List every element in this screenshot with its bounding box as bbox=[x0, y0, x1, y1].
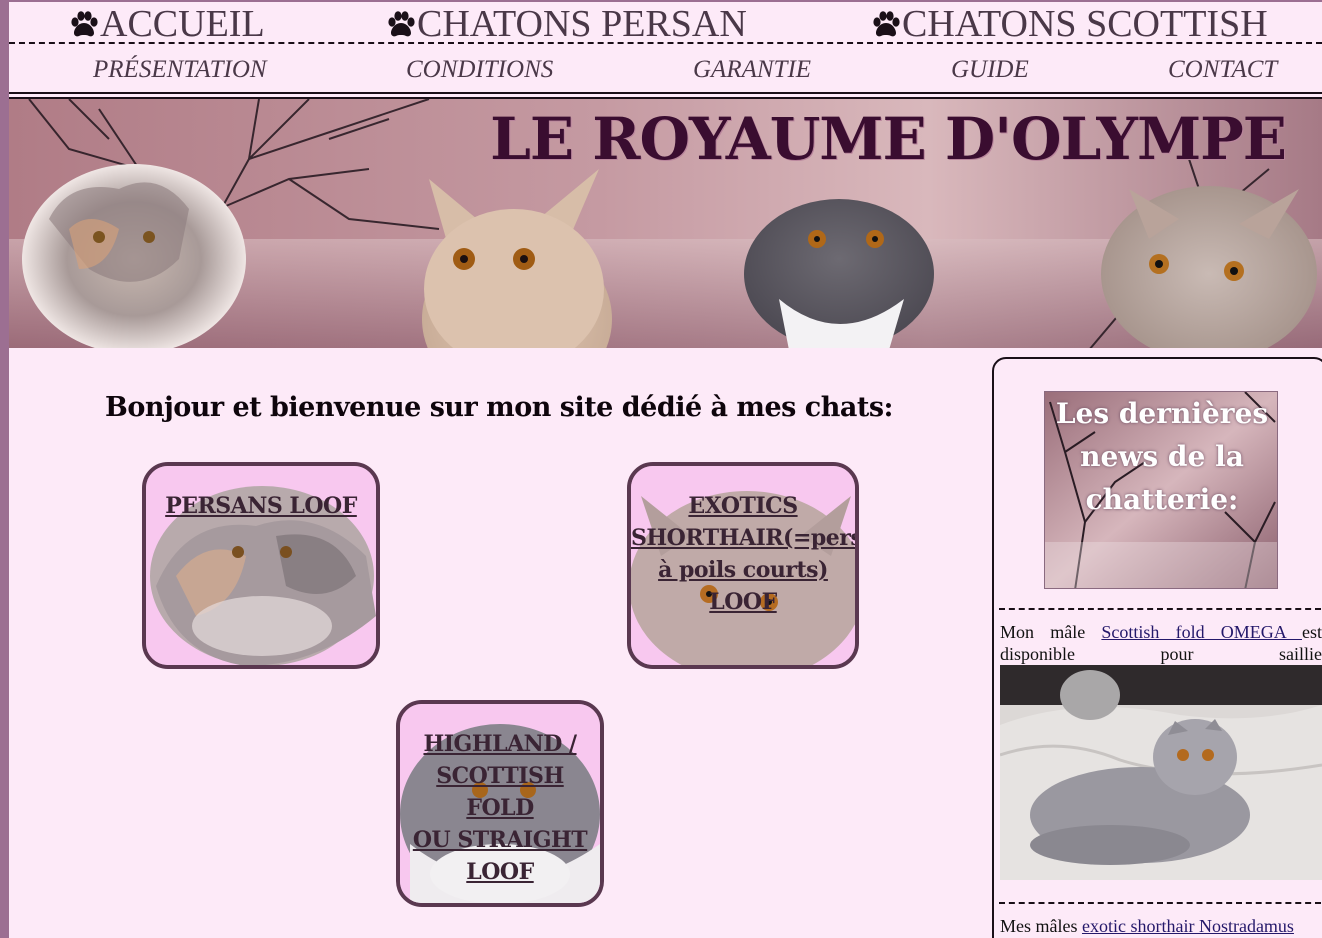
nav-chatons-persan[interactable]: CHATONS PERSAN bbox=[385, 4, 747, 44]
nav-conditions[interactable]: CONDITIONS bbox=[406, 56, 553, 84]
paw-icon bbox=[388, 11, 415, 37]
main-content: Bonjour et bienvenue sur mon site dédié … bbox=[9, 348, 989, 938]
nav-garantie[interactable]: GARANTIE bbox=[693, 56, 811, 84]
news-title: Les dernières news de la chatterie: bbox=[1045, 392, 1277, 521]
nav-accueil[interactable]: ACCUEIL bbox=[68, 4, 265, 44]
news-item-nostradamus-pre: Mes mâles bbox=[1000, 916, 1082, 936]
news-header-image: Les dernières news de la chatterie: bbox=[1044, 391, 1278, 589]
nav-presentation[interactable]: PRÉSENTATION bbox=[93, 56, 267, 84]
card-highland-scottish[interactable]: HIGHLAND / SCOTTISH FOLD OU STRAIGHT LOO… bbox=[396, 700, 604, 907]
nav-guide[interactable]: GUIDE bbox=[951, 56, 1029, 84]
news-item-nostradamus: Mes mâles exotic shorthair Nostradamus bbox=[1000, 915, 1322, 937]
paw-icon bbox=[873, 11, 900, 37]
news-separator bbox=[999, 902, 1321, 904]
news-item-omega-pre: Mon mâle bbox=[1000, 622, 1102, 642]
news-item-omega: Mon mâle Scottish fold OMEGA est disponi… bbox=[1000, 621, 1322, 665]
nostradamus-link[interactable]: exotic shorthair Nostradamus bbox=[1082, 916, 1294, 936]
omega-photo bbox=[1000, 665, 1322, 880]
card-highland-line-2: SCOTTISH FOLD bbox=[436, 763, 564, 821]
card-persans-link[interactable]: PERSANS LOOF bbox=[146, 466, 376, 522]
news-title-line-2: news de la bbox=[1080, 440, 1244, 473]
news-sidebar: Les dernières news de la chatterie: Mon … bbox=[992, 357, 1322, 938]
sub-nav: PRÉSENTATION CONDITIONS GARANTIE GUIDE C… bbox=[9, 44, 1322, 94]
news-title-line-1: Les dernières bbox=[1055, 397, 1269, 430]
welcome-heading: Bonjour et bienvenue sur mon site dédié … bbox=[105, 392, 893, 423]
nav-chatons-persan-label: CHATONS PERSAN bbox=[417, 3, 747, 45]
card-persans-line-1: PERSANS LOOF bbox=[165, 493, 357, 519]
news-separator bbox=[999, 608, 1321, 610]
card-highland-line-1: HIGHLAND / bbox=[423, 731, 577, 757]
banner: LE ROYAUME D'OLYMPE bbox=[9, 97, 1322, 348]
top-nav: ACCUEIL CHATONS PERSAN CHATONS SCOTTISH bbox=[9, 2, 1322, 44]
left-border bbox=[0, 0, 9, 938]
nav-chatons-scottish[interactable]: CHATONS SCOTTISH bbox=[870, 4, 1268, 44]
nav-chatons-scottish-label: CHATONS SCOTTISH bbox=[902, 3, 1268, 45]
card-exotics-line-3: à poils courts) LOOF bbox=[658, 557, 828, 615]
scottish-fold-photo bbox=[1000, 665, 1322, 880]
card-exotics-line-1: EXOTICS bbox=[688, 493, 798, 519]
nav-contact[interactable]: CONTACT bbox=[1168, 56, 1277, 84]
header: ACCUEIL CHATONS PERSAN CHATONS SCOTTISH … bbox=[9, 2, 1322, 348]
card-exotics-line-2: SHORTHAIR(=persan bbox=[631, 525, 855, 551]
card-highland-line-3: OU STRAIGHT bbox=[412, 827, 588, 853]
card-exotics[interactable]: EXOTICS SHORTHAIR(=persan à poils courts… bbox=[627, 462, 859, 669]
paw-icon bbox=[71, 11, 98, 37]
omega-link[interactable]: Scottish fold OMEGA bbox=[1101, 622, 1302, 642]
news-title-line-3: chatterie: bbox=[1085, 483, 1239, 516]
card-exotics-link[interactable]: EXOTICS SHORTHAIR(=persan à poils courts… bbox=[631, 466, 855, 618]
nav-accueil-label: ACCUEIL bbox=[100, 3, 265, 45]
banner-title: LE ROYAUME D'OLYMPE bbox=[490, 105, 1287, 173]
card-persans[interactable]: PERSANS LOOF bbox=[142, 462, 380, 669]
card-highland-line-4: LOOF bbox=[466, 859, 534, 885]
card-highland-scottish-link[interactable]: HIGHLAND / SCOTTISH FOLD OU STRAIGHT LOO… bbox=[400, 704, 600, 888]
